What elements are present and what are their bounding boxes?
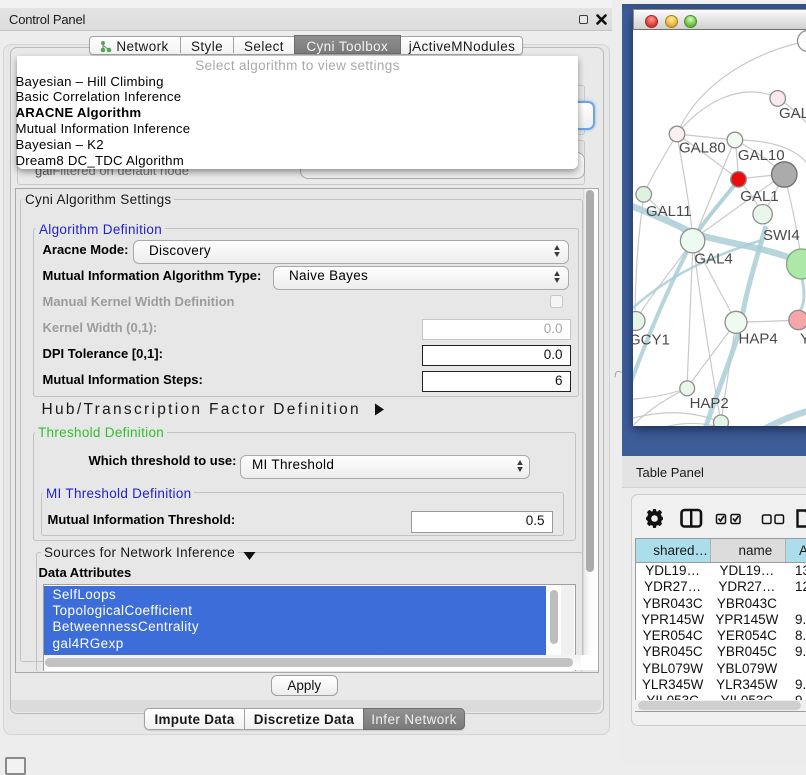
svg-text:SWI4: SWI4 xyxy=(763,227,800,244)
svg-text:GAL11: GAL11 xyxy=(646,203,692,220)
svg-text:GAL4: GAL4 xyxy=(694,251,732,268)
svg-text:GAL1: GAL1 xyxy=(740,188,778,205)
svg-text:YJ: YJ xyxy=(800,331,806,348)
svg-text:GAL7: GAL7 xyxy=(779,105,806,122)
svg-text:HAP4: HAP4 xyxy=(739,331,778,348)
svg-text:HAP2: HAP2 xyxy=(690,395,729,412)
svg-text:GCY1: GCY1 xyxy=(633,332,670,349)
svg-text:GAL80: GAL80 xyxy=(679,140,726,157)
svg-text:GAL10: GAL10 xyxy=(738,147,785,164)
